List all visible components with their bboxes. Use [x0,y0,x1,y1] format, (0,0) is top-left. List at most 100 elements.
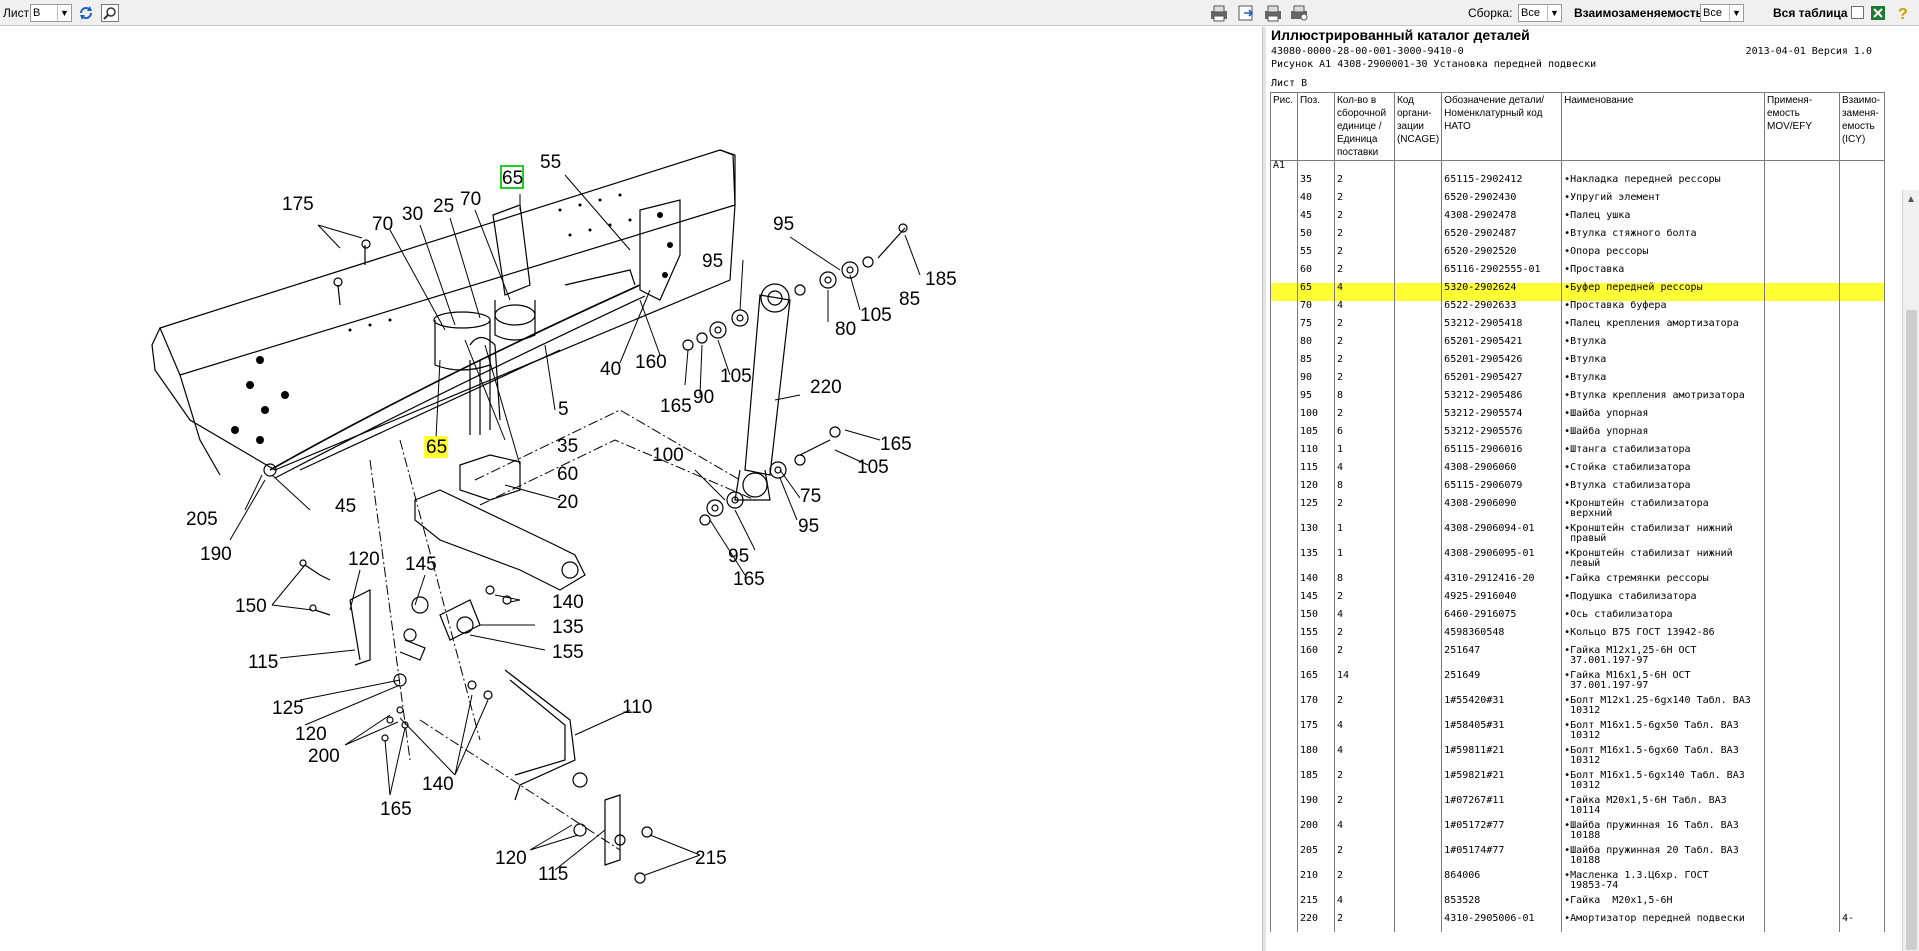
table-row[interactable]: 45 2 4308-2902478 •Палец ушка [1270,210,1886,229]
callout-190[interactable]: 190 [200,544,232,565]
table-row[interactable]: 55 2 6520-2902520 •Опора рессоры [1270,246,1886,265]
callout-105b[interactable]: 105 [720,366,752,387]
table-row[interactable]: 165 14 251649 •Гайка М16х1,5-6Н ОСТ 37.001.… [1270,670,1886,696]
zoom-icon[interactable] [101,4,119,22]
callout-65-bottom[interactable]: 65 [426,437,447,458]
sheet-select[interactable]: B ▼ [30,4,72,22]
table-row[interactable]: 85 2 65201-2905426 •Втулка [1270,354,1886,373]
callout-220[interactable]: 220 [810,377,842,398]
full-table-checkbox[interactable] [1851,6,1864,19]
refresh-icon[interactable] [77,4,95,22]
table-row[interactable]: 140 8 4310-2912416-20 •Гайка стремянки ресс… [1270,573,1886,592]
callout-120b[interactable]: 120 [295,724,327,745]
settings-print-icon[interactable] [1288,4,1308,22]
callout-110[interactable]: 110 [622,697,652,718]
table-row[interactable]: 60 2 65116-2902555-01 •Проставка [1270,264,1886,283]
callout-55[interactable]: 55 [540,152,561,173]
callout-85[interactable]: 85 [899,289,920,310]
callout-95c[interactable]: 95 [798,516,819,537]
callout-165d[interactable]: 165 [380,799,412,820]
callout-165b[interactable]: 165 [880,434,912,455]
table-row[interactable]: 200 4 1#05172#77 •Шайба пружинная 16 Табл. … [1270,820,1886,846]
table-row[interactable]: 40 2 6520-2902430 •Упругий элемент [1270,192,1886,211]
callout-30[interactable]: 30 [402,204,423,225]
table-row[interactable]: 145 2 4925-2916040 •Подушка стабилизатора [1270,591,1886,610]
table-row[interactable]: 190 2 1#07267#11 •Гайка М20х1,5-6Н Табл. ВА… [1270,795,1886,821]
table-row[interactable]: 50 2 6520-2902487 •Втулка стяжного болта [1270,228,1886,247]
callout-5[interactable]: 5 [558,399,569,420]
table-row[interactable]: 95 8 53212-2905486 •Втулка крепления амотри… [1270,390,1886,409]
callout-75[interactable]: 75 [800,486,821,507]
callout-150[interactable]: 150 [235,596,267,617]
callout-95[interactable]: 95 [773,214,794,235]
export-icon[interactable] [1237,4,1255,22]
callout-70b[interactable]: 70 [460,189,481,210]
table-row[interactable]: 70 4 6522-2902633 •Проставка буфера [1270,300,1886,319]
callout-200[interactable]: 200 [308,746,340,767]
table-row[interactable]: 110 1 65115-2906016 •Штанга стабилизатора [1270,444,1886,463]
table-row[interactable]: 90 2 65201-2905427 •Втулка [1270,372,1886,391]
scrollbar-thumb[interactable] [1906,310,1917,950]
table-row[interactable]: 105 6 53212-2905576 •Шайба упорная [1270,426,1886,445]
vertical-scrollbar[interactable]: ▲ [1902,190,1919,951]
callout-105[interactable]: 105 [860,305,892,326]
callout-160[interactable]: 160 [635,352,667,373]
table-row[interactable]: 115 4 4308-2906060 •Стойка стабилизатора [1270,462,1886,481]
table-row[interactable]: 170 2 1#55420#31 •Болт М12х1.25-6gх140 Табл… [1270,695,1886,721]
callout-135[interactable]: 135 [552,617,584,638]
callout-125[interactable]: 125 [272,698,304,719]
callout-185[interactable]: 185 [925,269,957,290]
callout-175[interactable]: 175 [282,194,314,215]
table-row[interactable]: 180 4 1#59811#21 •Болт М16х1.5-6gх60 Табл. … [1270,745,1886,771]
table-row[interactable]: 35 2 65115-2902412 •Накладка передней рессо… [1270,174,1886,193]
table-row[interactable]: 220 2 4310-2905006-01 •Амортизатор передней… [1270,913,1886,932]
callout-40[interactable]: 40 [600,359,621,380]
table-row[interactable]: 130 1 4308-2906094-01 •Кронштейн стабилизат… [1270,523,1886,549]
callout-165[interactable]: 165 [660,396,692,417]
callout-165c[interactable]: 165 [733,569,765,590]
callout-155[interactable]: 155 [552,642,584,663]
callout-60[interactable]: 60 [557,464,578,485]
callout-20[interactable]: 20 [557,492,578,513]
excel-icon[interactable] [1869,4,1887,22]
callout-105c[interactable]: 105 [857,457,889,478]
callout-215[interactable]: 215 [695,848,727,869]
callout-25[interactable]: 25 [433,196,454,217]
table-row-selected[interactable]: 65 4 5320-2902624 •Буфер передней рессоры [1270,282,1886,301]
callout-90[interactable]: 90 [693,387,714,408]
table-row[interactable]: 125 2 4308-2906090 •Кронштейн стабилизатора… [1270,498,1886,524]
callout-80[interactable]: 80 [835,319,856,340]
callout-95d[interactable]: 95 [728,546,749,567]
interchange-select[interactable]: Все ▼ [1700,4,1744,22]
callout-70[interactable]: 70 [372,214,393,235]
help-icon[interactable]: ? [1893,4,1911,23]
callout-115[interactable]: 115 [248,652,278,673]
table-row[interactable]: 205 2 1#05174#77 •Шайба пружинная 20 Табл. … [1270,845,1886,871]
callout-115b[interactable]: 115 [538,864,568,885]
table-row[interactable]: 155 2 4598360548 •Кольцо B75 ГОСТ 13942-86 [1270,627,1886,646]
table-row[interactable]: 175 4 1#58405#31 •Болт М16х1.5-6gх50 Табл. … [1270,720,1886,746]
callout-100[interactable]: 100 [652,445,684,466]
callout-35[interactable]: 35 [557,436,578,457]
callout-95b[interactable]: 95 [702,251,723,272]
table-row[interactable]: 210 2 864006 •Масленка 1.3.Ц6хр. ГОСТ 19853… [1270,870,1886,896]
table-row[interactable]: 150 4 6460-2916075 •Ось стабилизатора [1270,609,1886,628]
table-row[interactable]: 160 2 251647 •Гайка М12х1,25-6Н ОСТ 37.001.… [1270,645,1886,671]
callout-120c[interactable]: 120 [495,848,527,869]
assembly-select[interactable]: Все ▼ [1518,4,1562,22]
table-row[interactable]: 100 2 53212-2905574 •Шайба упорная [1270,408,1886,427]
callout-145[interactable]: 145 [405,554,437,575]
scroll-up-icon[interactable]: ▲ [1906,194,1916,205]
table-row[interactable]: 185 2 1#59821#21 •Болт М16х1.5-6gх140 Табл.… [1270,770,1886,796]
table-row[interactable]: 215 4 853528 •Гайка М20х1,5-6Н [1270,895,1886,914]
callout-140b[interactable]: 140 [422,774,454,795]
callout-45[interactable]: 45 [335,496,356,517]
callout-65-highlighted[interactable]: 65 [502,168,523,189]
callout-120[interactable]: 120 [348,549,380,570]
table-row[interactable]: 120 8 65115-2906079 •Втулка стабилизатора [1270,480,1886,499]
print-preview-icon[interactable] [1262,4,1281,22]
callout-205[interactable]: 205 [186,509,218,530]
print-icon[interactable] [1208,4,1227,22]
callout-140[interactable]: 140 [552,592,584,613]
table-row[interactable]: 75 2 53212-2905418 •Палец крепления амортиз… [1270,318,1886,337]
